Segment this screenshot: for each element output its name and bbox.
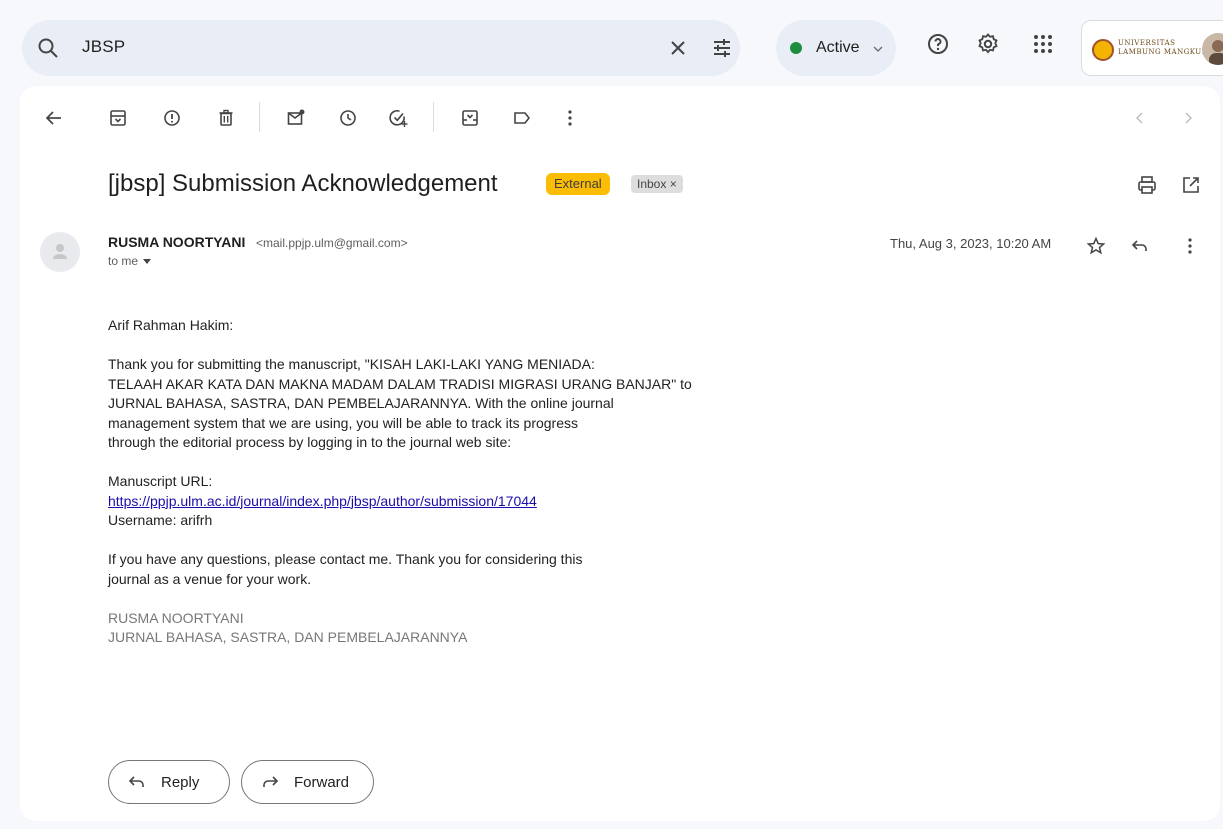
external-label: External xyxy=(546,173,610,195)
manuscript-info: Manuscript URL: https://ppjp.ulm.ac.id/j… xyxy=(108,473,537,528)
email-subject: [jbsp] Submission Acknowledgement xyxy=(108,170,498,197)
more-vert-icon[interactable] xyxy=(560,108,580,128)
snooze-icon[interactable] xyxy=(338,108,358,128)
chevron-down-icon xyxy=(873,46,883,52)
delete-icon[interactable] xyxy=(216,108,236,128)
move-to-icon[interactable] xyxy=(460,108,480,128)
manuscript-link[interactable]: https://ppjp.ulm.ac.id/journal/index.php… xyxy=(108,493,537,509)
email-view: [jbsp] Submission Acknowledgement Extern… xyxy=(20,86,1220,821)
apps-grid-icon[interactable] xyxy=(1031,32,1055,56)
inbox-label[interactable]: Inbox × xyxy=(631,175,683,193)
settings-icon[interactable] xyxy=(976,32,1000,56)
sender-email: <mail.ppjp.ulm@gmail.com> xyxy=(256,236,408,250)
email-body: Arif Rahman Hakim: Thank you for submitt… xyxy=(108,316,808,667)
university-logo xyxy=(1092,39,1114,61)
close-icon[interactable] xyxy=(666,36,690,60)
report-spam-icon[interactable] xyxy=(162,108,182,128)
toolbar-divider xyxy=(259,102,260,132)
sender-name[interactable]: RUSMA NOORTYANI xyxy=(108,234,245,250)
signature: RUSMA NOORTYANI JURNAL BAHASA, SASTRA, D… xyxy=(108,609,468,646)
search-input[interactable]: JBSP xyxy=(82,37,125,57)
status-label: Active xyxy=(816,39,860,56)
search-options-icon[interactable] xyxy=(710,36,734,60)
search-icon[interactable] xyxy=(36,36,60,60)
mark-unread-icon[interactable] xyxy=(286,108,306,128)
add-task-icon[interactable] xyxy=(388,108,408,128)
status-selector[interactable]: Active xyxy=(776,20,896,76)
forward-button[interactable]: Forward xyxy=(241,760,374,804)
help-icon[interactable] xyxy=(926,32,950,56)
toolbar-divider xyxy=(433,102,434,132)
reply-icon[interactable] xyxy=(1130,236,1150,256)
next-icon[interactable] xyxy=(1178,108,1198,128)
star-icon[interactable] xyxy=(1086,236,1106,256)
forward-icon xyxy=(263,776,279,787)
greeting: Arif Rahman Hakim: xyxy=(108,317,234,333)
body-paragraph: If you have any questions, please contac… xyxy=(108,551,583,587)
body-paragraph: Thank you for submitting the manuscript,… xyxy=(108,356,692,450)
label-icon[interactable] xyxy=(512,108,532,128)
sender-avatar[interactable] xyxy=(40,232,80,272)
back-arrow-icon[interactable] xyxy=(44,108,64,128)
avatar[interactable] xyxy=(1202,33,1223,65)
caret-down-icon xyxy=(143,259,152,265)
search-bar[interactable]: JBSP xyxy=(22,20,740,76)
account-switcher[interactable]: UNIVERSITAS LAMBUNG MANGKURAT xyxy=(1081,20,1223,76)
open-in-new-window-icon[interactable] xyxy=(1180,174,1202,196)
recipient-details[interactable]: to me xyxy=(108,254,152,268)
status-dot xyxy=(790,42,802,54)
reply-icon xyxy=(128,776,144,787)
more-vert-icon[interactable] xyxy=(1180,236,1200,256)
print-icon[interactable] xyxy=(1136,174,1158,196)
archive-icon[interactable] xyxy=(108,108,128,128)
email-date: Thu, Aug 3, 2023, 10:20 AM xyxy=(890,236,1052,251)
reply-button[interactable]: Reply xyxy=(108,760,230,804)
prev-icon[interactable] xyxy=(1130,108,1150,128)
